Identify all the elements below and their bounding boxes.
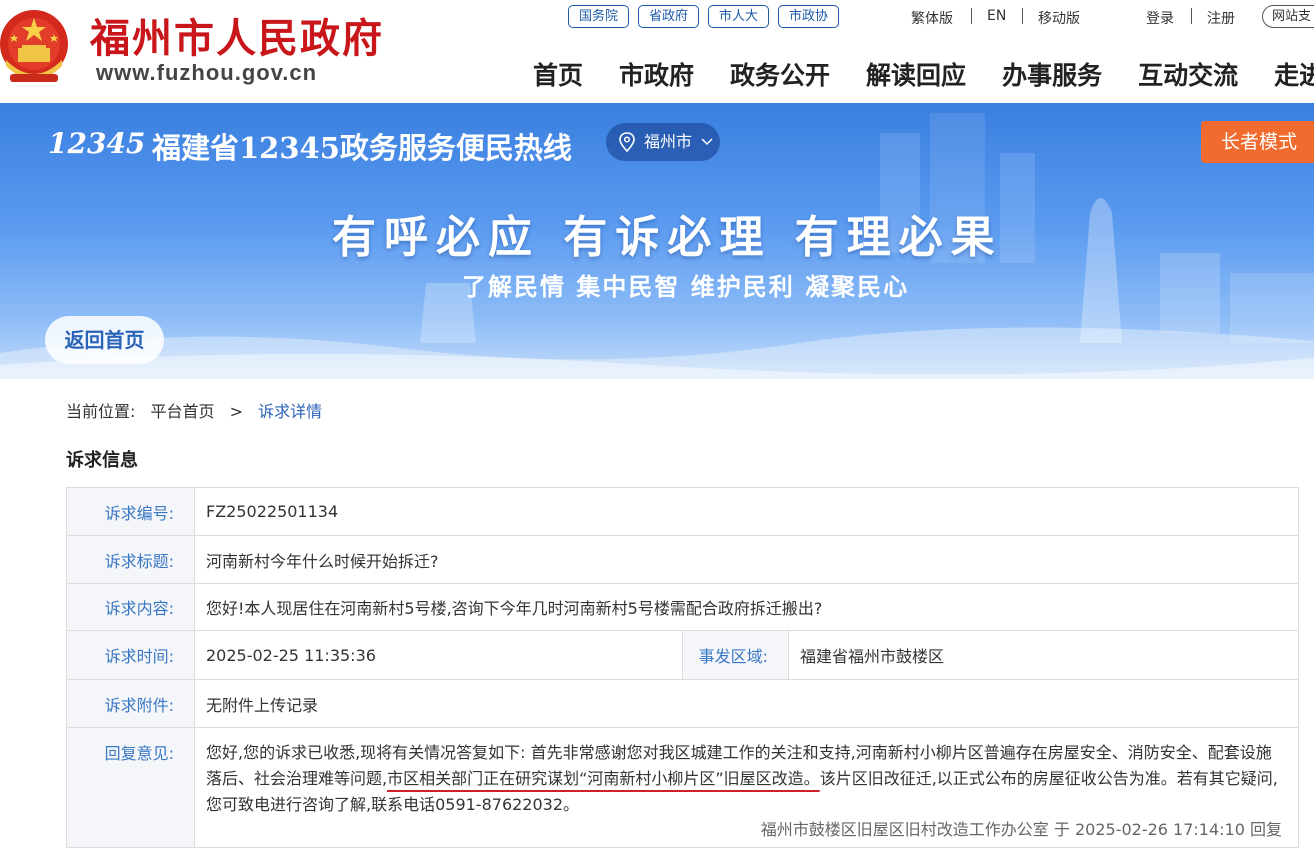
- hotline-banner: 12345 福建省12345政务服务便民热线 福州市 长者模式 有呼必应 有诉必…: [0, 103, 1314, 379]
- hotline-logo: 12345: [48, 127, 146, 160]
- login-link[interactable]: 登录: [1146, 8, 1174, 28]
- gov-links: 国务院 省政府 市人大 市政协: [568, 5, 840, 28]
- back-home-button[interactable]: 返回首页: [45, 316, 164, 364]
- appeal-content-value: 您好!本人现居住在河南新村5号楼,咨询下今年几时河南新村5号楼需配合政府拆迁搬出…: [194, 583, 1299, 631]
- nav-city-government[interactable]: 市政府: [619, 56, 694, 92]
- gov-link-cppcc[interactable]: 市政协: [778, 5, 840, 28]
- national-emblem-icon: [0, 10, 68, 82]
- reply-signature: 福州市鼓楼区旧屋区旧村改造工作办公室 于 2025-02-26 17:14:10…: [760, 820, 1282, 839]
- appeal-attachment-value: 无附件上传记录: [194, 679, 1299, 728]
- gov-link-province[interactable]: 省政府: [638, 5, 700, 28]
- divider: [1022, 8, 1023, 24]
- site-url[interactable]: www.fuzhou.gov.cn: [96, 60, 317, 86]
- nav-gov-affairs[interactable]: 政务公开: [730, 56, 830, 92]
- divider: [971, 8, 972, 24]
- hotline-title: 福建省12345政务服务便民热线: [152, 131, 572, 165]
- reply-highlight-text: 市区相关部门正在研究谋划“河南新村小柳片区”旧屋区改造。: [387, 769, 820, 788]
- appeal-time-label: 诉求时间:: [66, 630, 195, 680]
- nav-interpretation[interactable]: 解读回应: [866, 56, 966, 92]
- table-row: 诉求标题: 河南新村今年什么时候开始拆迁?: [66, 535, 1299, 584]
- table-row: 诉求附件: 无附件上传记录: [66, 679, 1299, 728]
- city-selector[interactable]: 福州市: [606, 123, 720, 161]
- main-nav: 首页 市政府 政务公开 解读回应 办事服务 互动交流 走进: [533, 56, 1314, 92]
- appeal-id-value: FZ25022501134: [194, 487, 1299, 536]
- breadcrumb-separator: >: [229, 402, 244, 421]
- appeal-title-label: 诉求标题:: [66, 535, 195, 584]
- traditional-chinese-link[interactable]: 繁体版: [911, 8, 953, 28]
- breadcrumb-label: 当前位置:: [66, 402, 136, 421]
- gov-link-state-council[interactable]: 国务院: [568, 5, 630, 28]
- breadcrumb-home[interactable]: 平台首页: [151, 402, 215, 421]
- appeal-id-label: 诉求编号:: [66, 487, 195, 536]
- appeal-region-label: 事发区域:: [682, 630, 789, 680]
- city-selector-label: 福州市: [644, 132, 693, 151]
- location-pin-icon: [619, 132, 635, 152]
- nav-home[interactable]: 首页: [533, 56, 583, 92]
- chevron-down-icon: [701, 138, 713, 146]
- nav-services[interactable]: 办事服务: [1002, 56, 1102, 92]
- table-row: 回复意见: 您好,您的诉求已收悉,现将有关情况答复如下: 首先非常感谢您对我区城…: [66, 727, 1299, 848]
- table-row: 诉求时间: 2025-02-25 11:35:36 事发区域: 福建省福州市鼓楼…: [66, 630, 1299, 680]
- appeal-reply-value: 您好,您的诉求已收悉,现将有关情况答复如下: 首先非常感谢您对我区城建工作的关注…: [194, 727, 1299, 848]
- site-title[interactable]: 福州市人民政府: [90, 6, 384, 64]
- appeal-title-value: 河南新村今年什么时候开始拆迁?: [194, 535, 1299, 584]
- mobile-version-link[interactable]: 移动版: [1038, 8, 1080, 28]
- gov-link-npc[interactable]: 市人大: [708, 5, 770, 28]
- section-title: 诉求信息: [66, 450, 138, 471]
- nav-interaction[interactable]: 互动交流: [1138, 56, 1238, 92]
- english-link[interactable]: EN: [987, 8, 1006, 24]
- table-row: 诉求内容: 您好!本人现居住在河南新村5号楼,咨询下今年几时河南新村5号楼需配合…: [66, 583, 1299, 631]
- appeal-content-label: 诉求内容:: [66, 583, 195, 631]
- appeal-time-value: 2025-02-25 11:35:36: [194, 630, 683, 680]
- table-row: 诉求编号: FZ25022501134: [66, 487, 1299, 536]
- divider: [1191, 8, 1192, 24]
- slogan-main: 有呼必应 有诉必理 有理必果: [332, 212, 1003, 263]
- elder-mode-button[interactable]: 长者模式: [1201, 121, 1314, 163]
- nav-about[interactable]: 走进: [1274, 56, 1314, 92]
- appeal-reply-label: 回复意见:: [66, 727, 195, 848]
- register-link[interactable]: 注册: [1207, 8, 1235, 28]
- appeal-detail-table: 诉求编号: FZ25022501134 诉求标题: 河南新村今年什么时候开始拆迁…: [66, 487, 1299, 848]
- appeal-region-value: 福建省福州市鼓楼区: [788, 630, 1299, 680]
- site-header: 福州市人民政府 www.fuzhou.gov.cn 国务院 省政府 市人大 市政…: [0, 0, 1314, 103]
- site-help-button[interactable]: 网站支: [1262, 5, 1314, 28]
- slogan-sub: 了解民情 集中民智 维护民利 凝聚民心: [462, 273, 910, 301]
- appeal-attachment-label: 诉求附件:: [66, 679, 195, 728]
- breadcrumb-current[interactable]: 诉求详情: [258, 402, 322, 421]
- breadcrumb: 当前位置: 平台首页 > 诉求详情: [66, 398, 332, 422]
